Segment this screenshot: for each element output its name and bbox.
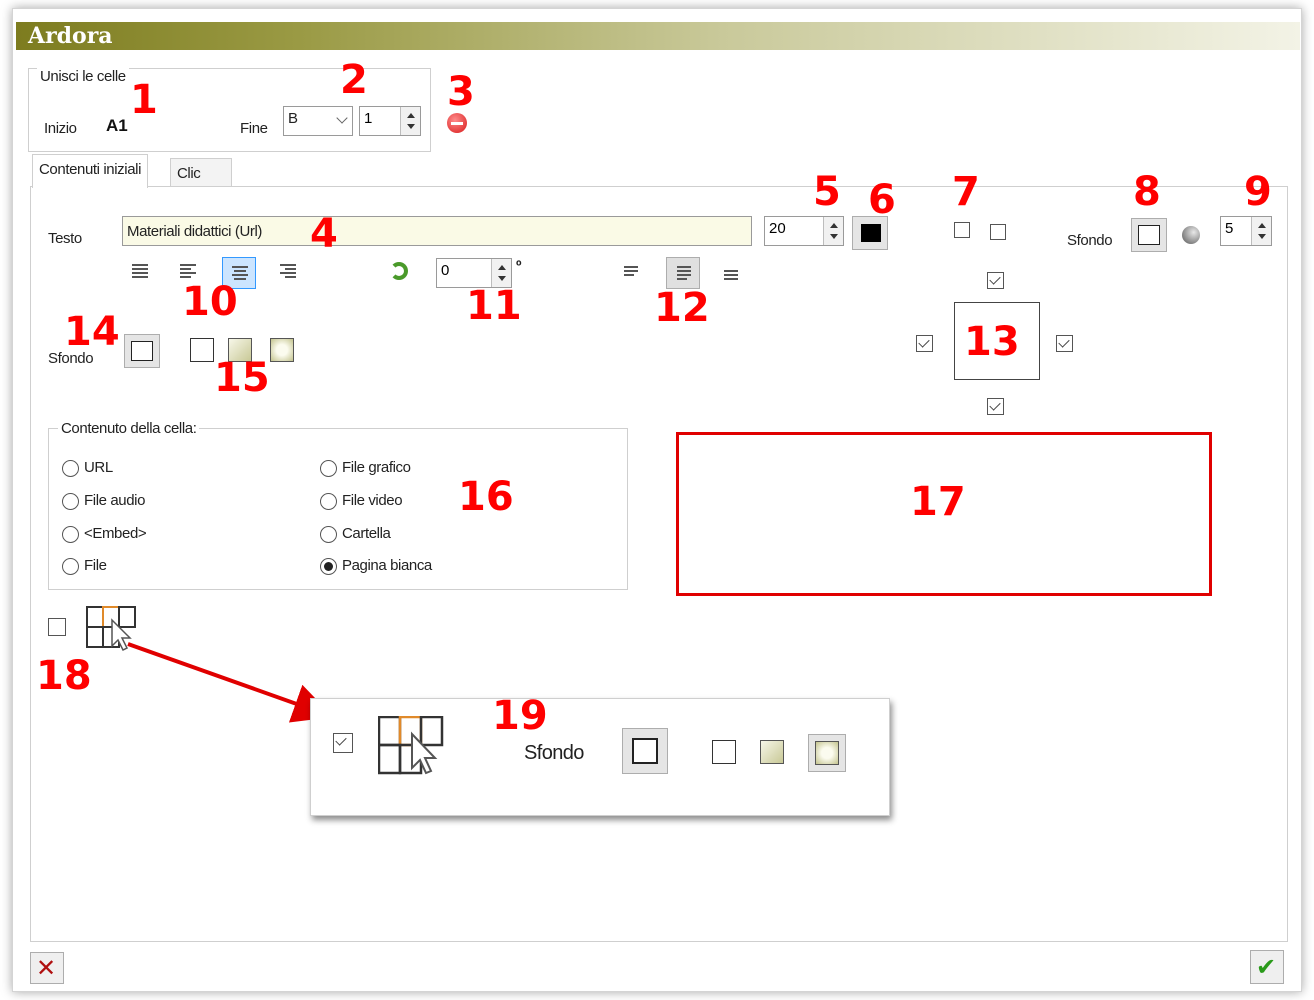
annotation-11: 11 bbox=[466, 283, 522, 329]
annotation-7: 7 bbox=[952, 169, 980, 215]
annotation-13: 13 bbox=[964, 319, 1020, 365]
annotation-4: 4 bbox=[310, 211, 338, 257]
ok-button[interactable]: ✔ bbox=[1250, 950, 1284, 984]
annotation-6: 6 bbox=[868, 177, 896, 223]
annotation-5: 5 bbox=[813, 169, 841, 215]
annotation-19: 19 bbox=[492, 693, 548, 739]
annotation-1: 1 bbox=[130, 77, 158, 123]
annotation-9: 9 bbox=[1244, 169, 1272, 215]
arrow-annotation bbox=[127, 642, 334, 723]
annotation-17: 17 bbox=[910, 479, 966, 525]
popup-background-button[interactable] bbox=[622, 728, 668, 774]
annotation-18: 18 bbox=[36, 653, 92, 699]
popup-gradient-none[interactable] bbox=[712, 740, 736, 764]
annotation-12: 12 bbox=[654, 285, 710, 331]
close-icon: ✕ bbox=[36, 954, 57, 982]
cancel-button[interactable]: ✕ bbox=[30, 952, 64, 984]
annotation-3: 3 bbox=[447, 69, 475, 115]
popup-clickable-checkbox[interactable] bbox=[333, 733, 353, 753]
annotation-2: 2 bbox=[340, 57, 368, 103]
annotation-14: 14 bbox=[64, 309, 120, 355]
annotation-16: 16 bbox=[458, 474, 514, 520]
popup-cell-click-icon bbox=[377, 715, 444, 776]
popup-gradient-radial[interactable] bbox=[808, 734, 846, 772]
popup-background-label: Sfondo bbox=[524, 742, 584, 764]
annotation-10: 10 bbox=[182, 279, 238, 325]
check-icon: ✔ bbox=[1256, 953, 1277, 981]
annotation-15: 15 bbox=[214, 355, 270, 401]
popup-gradient-linear[interactable] bbox=[760, 740, 784, 764]
annotation-8: 8 bbox=[1133, 169, 1161, 215]
